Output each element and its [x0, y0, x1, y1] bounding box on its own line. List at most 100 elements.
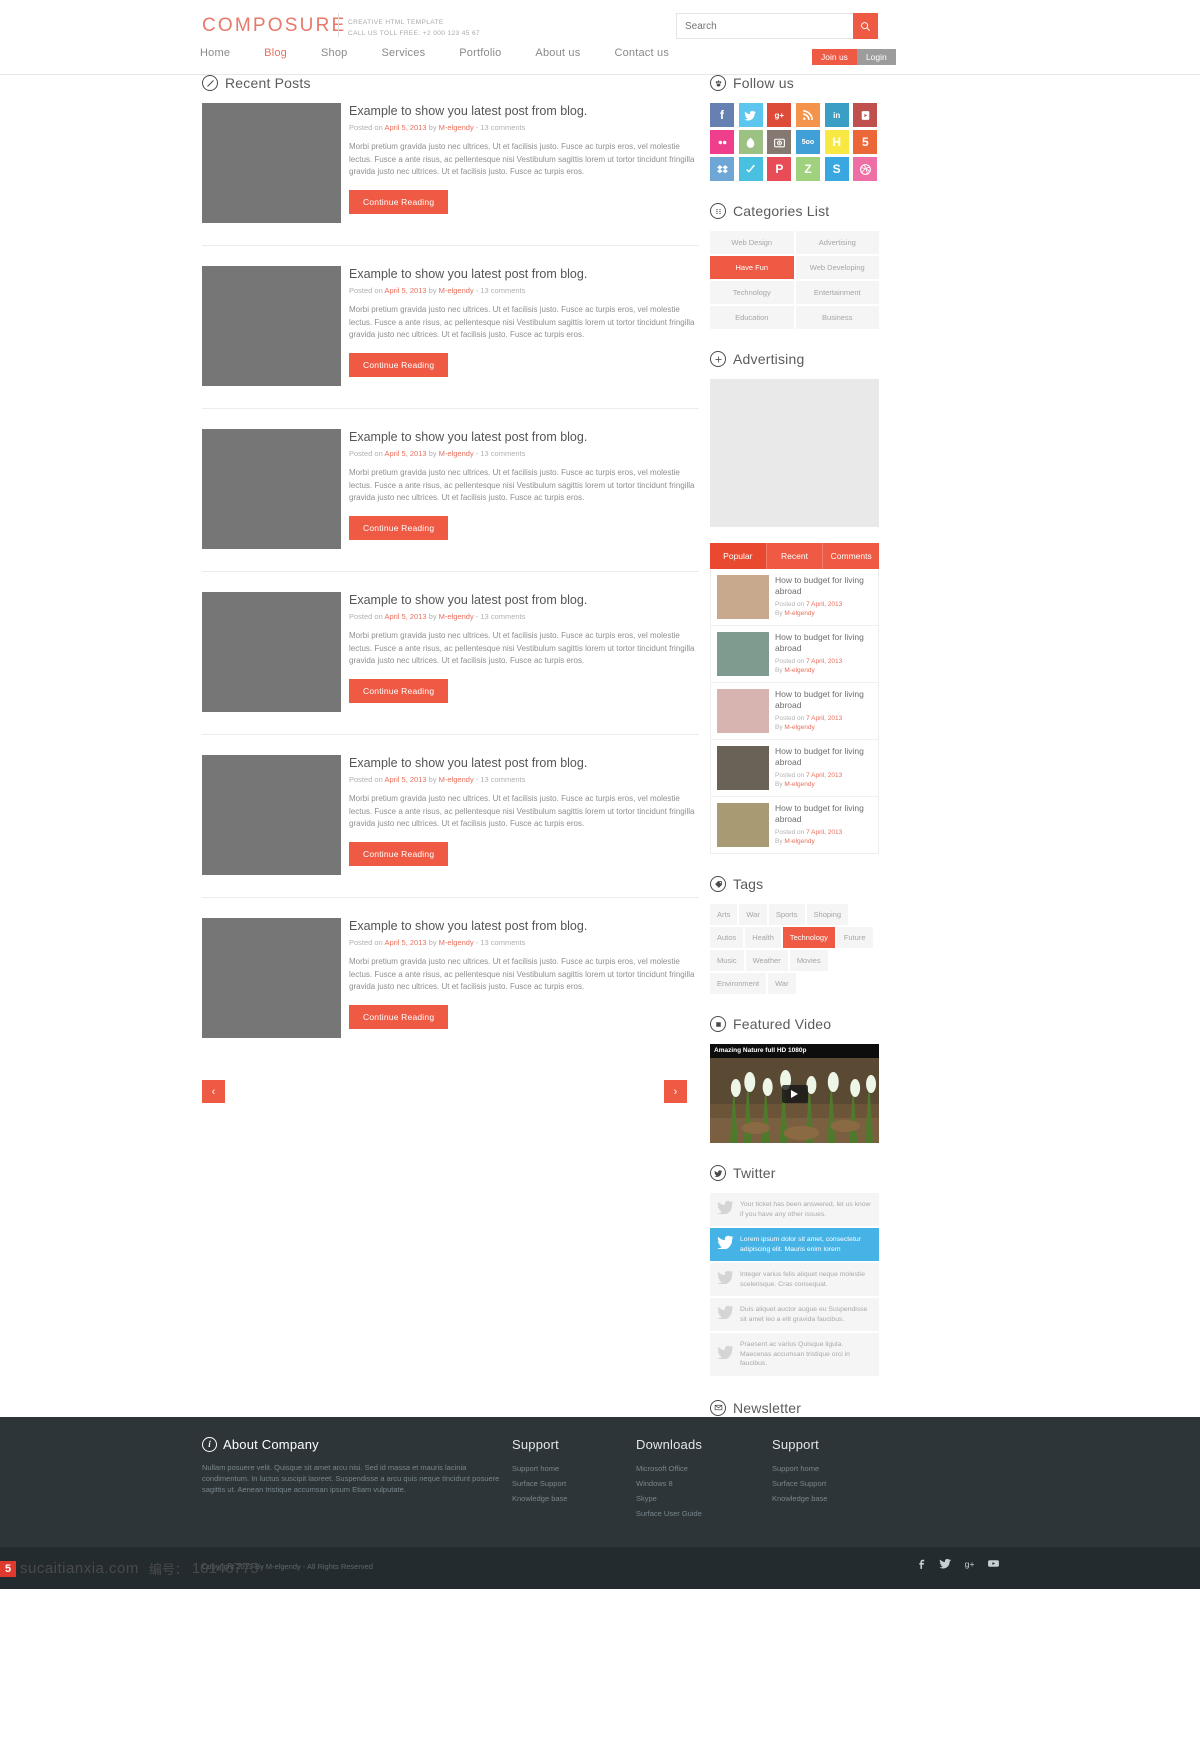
post-author[interactable]: M-elgendy: [439, 612, 474, 621]
zerply-icon[interactable]: Z: [795, 157, 820, 181]
category-web-design[interactable]: Web Design: [710, 231, 794, 254]
evernote-icon[interactable]: [738, 130, 763, 154]
tag-movies-10[interactable]: Movies: [789, 950, 828, 971]
footer-link-surface-support[interactable]: Surface Support: [512, 1476, 636, 1491]
post-title[interactable]: Example to show you latest post from blo…: [349, 918, 699, 934]
nav-item-contact-us[interactable]: Contact us: [597, 47, 686, 59]
post-thumbnail[interactable]: [202, 266, 341, 386]
tab-comments[interactable]: Comments: [822, 543, 880, 569]
continue-reading-button[interactable]: Continue Reading: [349, 189, 449, 214]
post-title[interactable]: Example to show you latest post from blo…: [349, 429, 699, 445]
post-author[interactable]: M-elgendy: [439, 123, 474, 132]
category-business[interactable]: Business: [795, 306, 879, 329]
category-advertising[interactable]: Advertising: [795, 231, 879, 254]
post-author[interactable]: M-elgendy: [439, 286, 474, 295]
post-title[interactable]: Example to show you latest post from blo…: [349, 755, 699, 771]
post-date[interactable]: April 5, 2013: [384, 938, 426, 947]
instagram-icon[interactable]: [767, 130, 792, 154]
featured-video-player[interactable]: Amazing Nature full HD 1080p: [710, 1044, 879, 1143]
post-date[interactable]: April 5, 2013: [384, 286, 426, 295]
nav-item-about-us[interactable]: About us: [518, 47, 597, 59]
login-button[interactable]: Login: [856, 49, 896, 65]
tag-environment-11[interactable]: Environment: [710, 973, 767, 994]
nav-item-blog[interactable]: Blog: [247, 47, 304, 59]
popular-post-item[interactable]: How to budget for living abroad Posted on…: [711, 740, 878, 797]
footer-link-surface-user-guide[interactable]: Surface User Guide: [636, 1506, 772, 1521]
tab-recent[interactable]: Recent: [765, 543, 823, 569]
footer-link-knowledge-base[interactable]: Knowledge base: [512, 1491, 636, 1506]
category-entertainment[interactable]: Entertainment: [795, 281, 879, 304]
tag-technology-6[interactable]: Technology: [782, 927, 835, 948]
facebook-icon[interactable]: [915, 1557, 928, 1570]
tag-shoping-3[interactable]: Shoping: [806, 904, 849, 925]
fivehundredpx-icon[interactable]: 5oo: [795, 130, 820, 154]
flickr-icon[interactable]: [710, 130, 734, 154]
search-input[interactable]: [676, 13, 853, 39]
continue-reading-button[interactable]: Continue Reading: [349, 1004, 449, 1029]
linkedin-icon[interactable]: in: [824, 103, 849, 127]
continue-reading-button[interactable]: Continue Reading: [349, 678, 449, 703]
tweet-item[interactable]: Duis aliquet auctor augue eu Suspendisse…: [710, 1298, 879, 1333]
footer-link-windows-8[interactable]: Windows 8: [636, 1476, 772, 1491]
tag-sports-2[interactable]: Sports: [768, 904, 805, 925]
video-play-button[interactable]: [781, 1084, 808, 1103]
forrst-icon[interactable]: [738, 157, 763, 181]
brand-logo[interactable]: COMPOSURE: [202, 15, 346, 37]
tag-future-7[interactable]: Future: [836, 927, 873, 948]
footer-link-skype[interactable]: Skype: [636, 1491, 772, 1506]
facebook-icon[interactable]: f: [710, 103, 734, 127]
nav-item-home[interactable]: Home: [200, 47, 247, 59]
nav-item-shop[interactable]: Shop: [304, 47, 365, 59]
post-title[interactable]: Example to show you latest post from blo…: [349, 592, 699, 608]
youtube-icon[interactable]: [853, 103, 878, 127]
category-education[interactable]: Education: [710, 306, 794, 329]
google-plus-icon[interactable]: g+: [963, 1557, 976, 1570]
post-thumbnail[interactable]: [202, 429, 341, 549]
post-thumbnail[interactable]: [202, 592, 341, 712]
tag-autos-4[interactable]: Autos: [710, 927, 744, 948]
post-date[interactable]: April 5, 2013: [384, 449, 426, 458]
post-date[interactable]: April 5, 2013: [384, 775, 426, 784]
post-author[interactable]: M-elgendy: [439, 775, 474, 784]
youtube-icon[interactable]: [987, 1557, 1000, 1570]
footer-link-support-home[interactable]: Support home: [772, 1461, 896, 1476]
tweet-item[interactable]: Lorem ipsum dolor sit amet, consectetur …: [710, 1228, 879, 1263]
join-us-button[interactable]: Join us: [812, 49, 857, 65]
footer-link-surface-support[interactable]: Surface Support: [772, 1476, 896, 1491]
twitter-icon[interactable]: [738, 103, 763, 127]
post-title[interactable]: Example to show you latest post from blo…: [349, 266, 699, 282]
rss-icon[interactable]: [795, 103, 820, 127]
post-thumbnail[interactable]: [202, 918, 341, 1038]
search-button[interactable]: [853, 13, 878, 39]
category-technology[interactable]: Technology: [710, 281, 794, 304]
continue-reading-button[interactable]: Continue Reading: [349, 841, 449, 866]
category-web-developing[interactable]: Web Developing: [795, 256, 879, 279]
twitter-icon[interactable]: [939, 1557, 952, 1570]
tweet-item[interactable]: Praesent ac varius Quisque ligula. Maece…: [710, 1333, 879, 1378]
post-author[interactable]: M-elgendy: [439, 938, 474, 947]
html5-icon[interactable]: 5: [853, 130, 878, 154]
popular-post-item[interactable]: How to budget for living abroad Posted on…: [711, 797, 878, 853]
hi5-icon[interactable]: H: [824, 130, 849, 154]
post-thumbnail[interactable]: [202, 755, 341, 875]
skype-icon[interactable]: S: [824, 157, 849, 181]
tag-music-8[interactable]: Music: [710, 950, 744, 971]
continue-reading-button[interactable]: Continue Reading: [349, 515, 449, 540]
tweet-item[interactable]: Your ticket has been answered, let us kn…: [710, 1193, 879, 1228]
tag-arts-0[interactable]: Arts: [710, 904, 738, 925]
popular-post-item[interactable]: How to budget for living abroad Posted on…: [711, 569, 878, 626]
pinterest-icon[interactable]: P: [767, 157, 792, 181]
post-author[interactable]: M-elgendy: [439, 449, 474, 458]
post-date[interactable]: April 5, 2013: [384, 123, 426, 132]
tweet-item[interactable]: Integer varius felis aliquet neque moles…: [710, 1263, 879, 1298]
popular-post-item[interactable]: How to budget for living abroad Posted on…: [711, 683, 878, 740]
nav-item-portfolio[interactable]: Portfolio: [442, 47, 518, 59]
pagination-next-button[interactable]: ›: [664, 1080, 687, 1103]
dribbble-icon[interactable]: [853, 157, 878, 181]
dropbox-icon[interactable]: [710, 157, 734, 181]
google-plus-icon[interactable]: g+: [767, 103, 792, 127]
footer-link-support-home[interactable]: Support home: [512, 1461, 636, 1476]
nav-item-services[interactable]: Services: [364, 47, 442, 59]
pagination-prev-button[interactable]: ‹: [202, 1080, 225, 1103]
post-date[interactable]: April 5, 2013: [384, 612, 426, 621]
